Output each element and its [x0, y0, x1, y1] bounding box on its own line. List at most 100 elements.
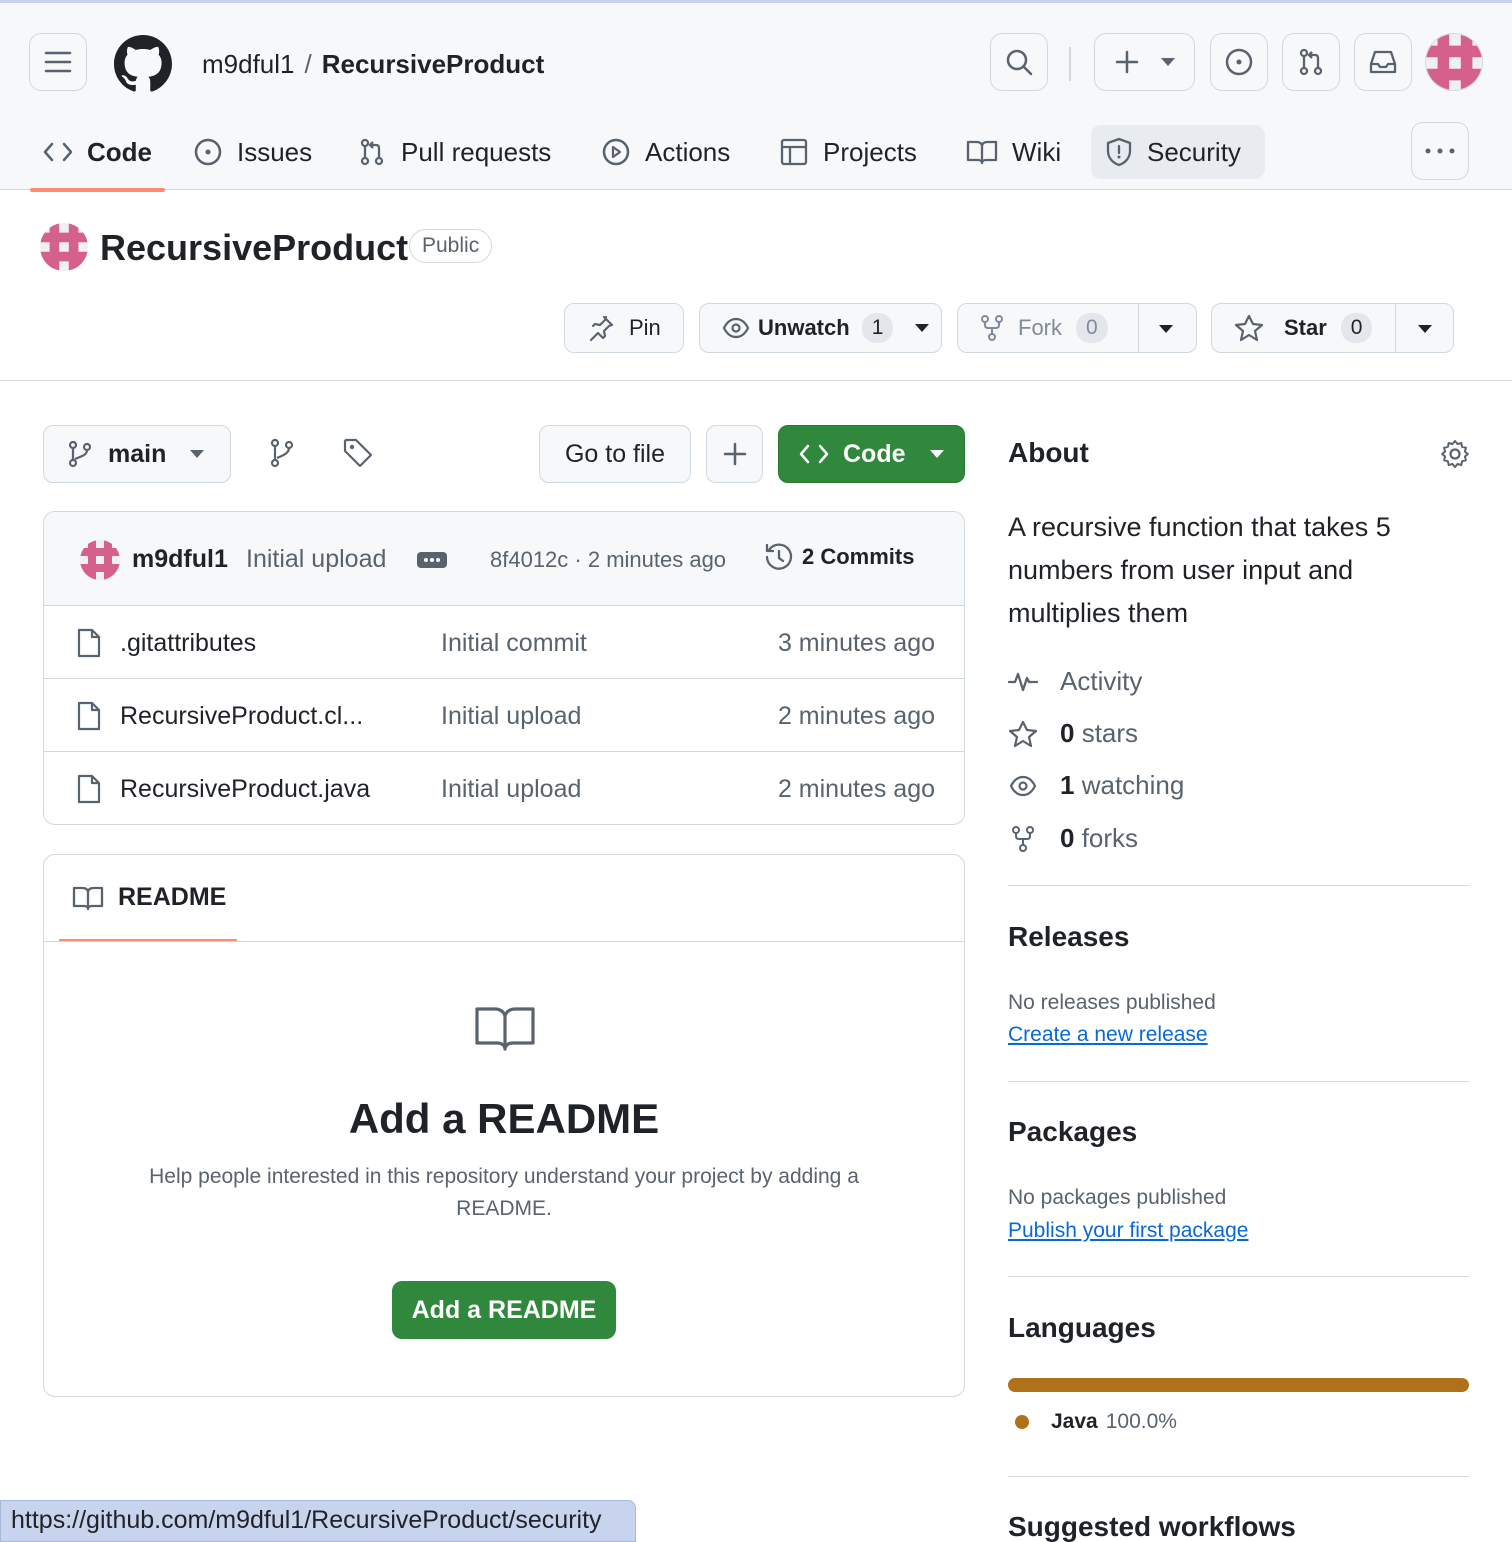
repo-title[interactable]: RecursiveProduct [100, 227, 408, 269]
caret-down-icon [190, 450, 205, 458]
file-name-link[interactable]: RecursiveProduct.cl... [120, 702, 363, 731]
commit-sha-time[interactable]: 8f4012c · 2 minutes ago [490, 547, 726, 573]
fork-split-divider [1138, 304, 1139, 352]
code-dropdown-button[interactable]: Code [778, 425, 965, 483]
file-row[interactable]: RecursiveProduct.java Initial upload 2 m… [44, 752, 964, 824]
tag-icon [343, 438, 372, 468]
language-color-dot [1015, 1415, 1029, 1429]
pin-button[interactable]: Pin [564, 303, 684, 353]
repo-description: A recursive function that takes 5 number… [1008, 512, 1391, 628]
publish-package-link[interactable]: Publish your first package [1008, 1219, 1248, 1243]
more-tabs-button[interactable] [1411, 122, 1469, 180]
ellipsis-icon [424, 558, 440, 562]
tab-security[interactable]: Security [1091, 125, 1265, 179]
file-row[interactable]: RecursiveProduct.cl... Initial upload 2 … [44, 679, 964, 752]
inbox-icon [1369, 50, 1397, 74]
tab-pull-requests[interactable]: Pull requests [343, 125, 565, 179]
hamburger-menu-button[interactable] [29, 33, 87, 91]
caret-down-icon[interactable] [1159, 325, 1173, 333]
table-icon [780, 138, 808, 166]
pull-request-icon [360, 138, 384, 166]
create-release-link[interactable]: Create a new release [1008, 1023, 1208, 1047]
language-name: Java [1051, 1410, 1098, 1433]
tab-pull-requests-label: Pull requests [401, 136, 552, 167]
unwatch-button[interactable]: Unwatch 1 [699, 303, 942, 353]
play-icon [602, 138, 630, 166]
commit-details-toggle[interactable] [417, 552, 447, 568]
star-icon [1008, 720, 1038, 747]
caret-down-icon[interactable] [1418, 325, 1432, 333]
issue-icon [1225, 48, 1253, 76]
file-commit-message[interactable]: Initial commit [441, 629, 587, 658]
create-new-button[interactable] [1094, 33, 1195, 91]
star-label[interactable]: Star [1284, 315, 1327, 341]
caret-down-icon [929, 450, 944, 458]
stars-count: 0 [1060, 718, 1075, 748]
tab-wiki[interactable]: Wiki [952, 125, 1075, 179]
user-avatar[interactable] [1425, 33, 1483, 91]
breadcrumb-owner-link[interactable]: m9dful1 [202, 49, 295, 79]
plus-icon [723, 442, 746, 466]
star-split-divider [1395, 304, 1396, 352]
breadcrumb-repo-link[interactable]: RecursiveProduct [322, 49, 545, 79]
eye-icon [722, 317, 750, 339]
pin-label: Pin [629, 315, 661, 340]
file-browser: m9dful1 Initial upload 8f4012c · 2 minut… [43, 511, 965, 825]
issues-button[interactable] [1210, 33, 1268, 91]
packages-heading[interactable]: Packages [1008, 1116, 1137, 1148]
file-name-link[interactable]: .gitattributes [120, 629, 256, 658]
forks-link[interactable]: 0 forks [1008, 823, 1138, 854]
visibility-badge: Public [409, 229, 493, 263]
file-row[interactable]: .gitattributes Initial commit 3 minutes … [44, 606, 964, 679]
fork-label[interactable]: Fork [1018, 315, 1062, 341]
readme-divider [44, 941, 964, 942]
go-to-file-button[interactable]: Go to file [539, 425, 691, 483]
pull-requests-button[interactable] [1282, 33, 1340, 91]
language-item[interactable]: Java 100.0% [1015, 1410, 1177, 1434]
book-icon [475, 1007, 535, 1051]
add-readme-button[interactable]: Add a README [392, 1281, 616, 1339]
search-button[interactable] [990, 33, 1048, 91]
github-logo-icon[interactable] [114, 35, 172, 93]
languages-heading: Languages [1008, 1312, 1156, 1343]
tab-issues[interactable]: Issues [179, 125, 326, 179]
gear-icon[interactable] [1440, 439, 1470, 469]
watching-label: watching [1081, 770, 1185, 800]
about-heading: About [1008, 437, 1089, 468]
readme-tab-label: README [118, 883, 227, 911]
file-name-link[interactable]: RecursiveProduct.java [120, 775, 370, 804]
tab-wiki-label: Wiki [1012, 136, 1062, 167]
repo-forked-icon [1012, 825, 1034, 852]
releases-heading[interactable]: Releases [1008, 921, 1129, 953]
tags-link[interactable] [342, 433, 372, 473]
stars-link[interactable]: 0 stars [1008, 718, 1138, 749]
latest-commit-row: m9dful1 Initial upload 8f4012c · 2 minut… [44, 512, 964, 606]
language-percent: 100.0% [1105, 1410, 1177, 1433]
commit-message[interactable]: Initial upload [246, 545, 386, 574]
file-icon [77, 701, 101, 731]
commit-author[interactable]: m9dful1 [132, 545, 228, 574]
file-commit-message[interactable]: Initial upload [441, 702, 581, 731]
unwatch-label: Unwatch [758, 315, 850, 340]
inbox-button[interactable] [1354, 33, 1412, 91]
file-commit-message[interactable]: Initial upload [441, 775, 581, 804]
readme-empty-title: Add a README [348, 1095, 660, 1142]
branch-select-button[interactable]: main [43, 425, 231, 483]
activity-link[interactable]: Activity [1008, 666, 1142, 697]
sidebar-divider [1008, 1081, 1469, 1082]
add-file-button[interactable] [706, 425, 763, 483]
watching-link[interactable]: 1 watching [1008, 770, 1184, 801]
sidebar-divider [1008, 1276, 1469, 1277]
tab-code[interactable]: Code [29, 125, 166, 179]
branches-link[interactable] [270, 433, 294, 473]
tab-actions[interactable]: Actions [587, 125, 744, 179]
tab-projects[interactable]: Projects [765, 125, 931, 179]
readme-tab[interactable]: README [72, 883, 226, 912]
fork-count: 0 [1076, 313, 1108, 343]
identicon-icon [1426, 34, 1482, 90]
packages-empty-text: No packages published [1008, 1186, 1227, 1209]
commits-history-link[interactable]: 2 Commits [764, 542, 914, 572]
commit-author-avatar[interactable] [80, 540, 120, 580]
star-icon [1234, 314, 1264, 342]
shield-icon [1106, 137, 1132, 167]
